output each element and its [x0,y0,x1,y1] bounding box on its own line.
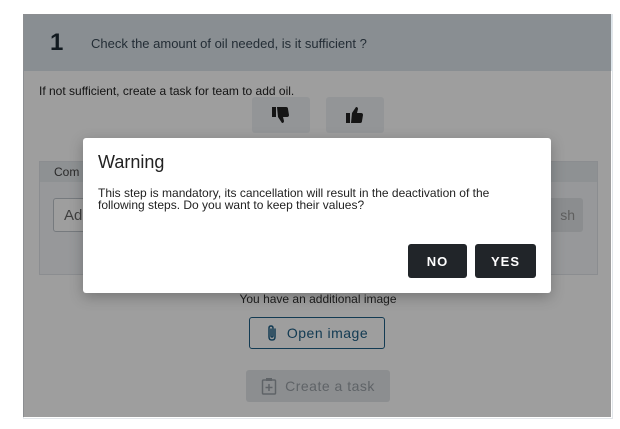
warning-dialog: Warning This step is mandatory, its canc… [83,138,551,293]
dialog-message: This step is mandatory, its cancellation… [98,186,490,212]
no-button[interactable]: NO [408,244,467,278]
yes-button[interactable]: YES [475,244,536,278]
dialog-title: Warning [98,152,165,172]
